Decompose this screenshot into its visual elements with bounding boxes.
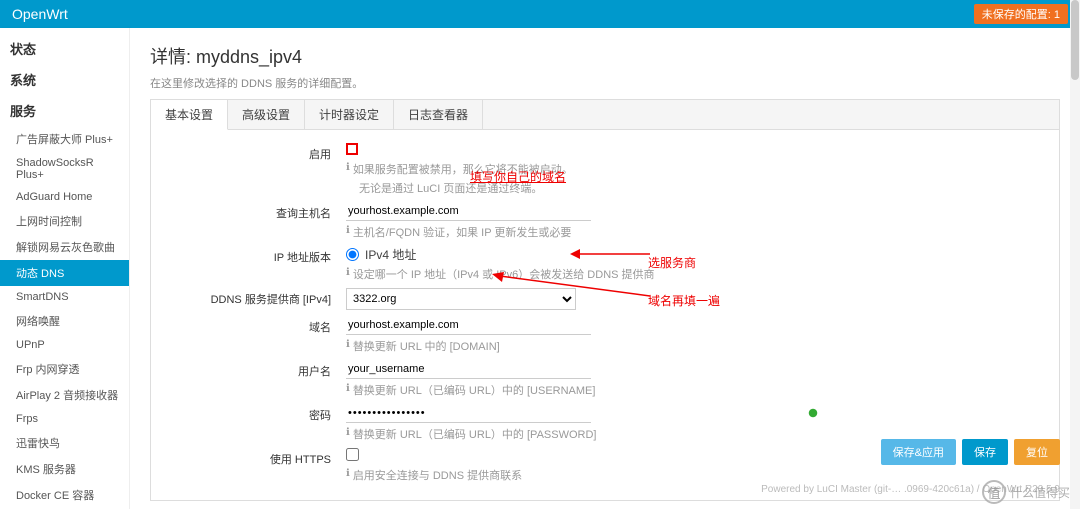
tab[interactable]: 计时器设定 <box>305 100 394 129</box>
watermark-text: 什么值得买 <box>1010 484 1070 501</box>
sidebar-item[interactable]: Frp 内网穿透 <box>0 356 129 382</box>
save-apply-button[interactable]: 保存&应用 <box>881 439 956 465</box>
tab[interactable]: 日志查看器 <box>394 100 483 129</box>
watermark: 值 什么值得买 <box>982 480 1070 504</box>
tab-bar: 基本设置高级设置计时器设定日志查看器 <box>150 99 1060 130</box>
action-buttons: 保存&应用 保存 复位 <box>881 439 1060 465</box>
label-use-https: 使用 HTTPS <box>161 448 346 483</box>
hint-enable-2: 无论是通过 LuCI 页面还是通过终端。 <box>359 180 542 196</box>
sidebar-section[interactable]: 状态 <box>0 33 129 64</box>
sidebar-section[interactable]: 服务 <box>0 95 129 126</box>
info-icon <box>346 382 350 394</box>
sidebar-item[interactable]: 网络唤醒 <box>0 308 129 334</box>
tab[interactable]: 高级设置 <box>228 100 305 129</box>
page-description: 在这里修改选择的 DDNS 服务的详细配置。 <box>150 75 1060 91</box>
reset-button[interactable]: 复位 <box>1014 439 1060 465</box>
use-https-checkbox[interactable] <box>346 448 359 461</box>
enable-checkbox[interactable] <box>346 143 358 155</box>
hint-enable-1: 如果服务配置被禁用，那么它将不能被启动。 <box>353 161 573 177</box>
hint-domain: 替换更新 URL 中的 [DOMAIN] <box>353 338 500 354</box>
page-title: 详情: myddns_ipv4 <box>150 43 1060 69</box>
ddns-provider-select[interactable]: 3322.org <box>346 288 576 310</box>
label-username: 用户名 <box>161 360 346 398</box>
ipv4-radio-label: IPv4 地址 <box>365 246 416 263</box>
label-password: 密码 <box>161 404 346 442</box>
label-domain: 域名 <box>161 316 346 354</box>
hint-lookup: 主机名/FQDN 验证，如果 IP 更新发生或必要 <box>353 224 572 240</box>
info-icon <box>346 266 350 278</box>
label-ip-version: IP 地址版本 <box>161 246 346 282</box>
info-icon <box>346 467 350 479</box>
sidebar-item[interactable]: Docker CE 容器 <box>0 482 129 508</box>
header-title: OpenWrt <box>12 6 68 22</box>
app-header: OpenWrt 未保存的配置: 1 <box>0 0 1080 28</box>
sidebar-item[interactable]: 广告屏蔽大师 Plus+ <box>0 126 129 152</box>
label-enable: 启用 <box>161 143 346 196</box>
info-icon <box>346 224 350 236</box>
label-lookup-host: 查询主机名 <box>161 202 346 240</box>
ipv4-radio[interactable] <box>346 248 359 261</box>
lookup-host-input[interactable] <box>346 202 591 221</box>
info-icon <box>346 338 350 350</box>
hint-username: 替换更新 URL（已编码 URL）中的 [USERNAME] <box>353 382 596 398</box>
scrollbar-thumb[interactable] <box>1071 0 1079 80</box>
watermark-icon: 值 <box>982 480 1006 504</box>
sidebar-item[interactable]: AirPlay 2 音频接收器 <box>0 382 129 408</box>
scrollbar-track[interactable] <box>1070 0 1080 509</box>
unsaved-changes-badge[interactable]: 未保存的配置: 1 <box>974 4 1068 24</box>
info-icon <box>346 161 350 173</box>
sidebar-item[interactable]: ShadowSocksR Plus+ <box>0 152 129 186</box>
hint-https: 启用安全连接与 DDNS 提供商联系 <box>353 467 522 483</box>
main-content: 详情: myddns_ipv4 在这里修改选择的 DDNS 服务的详细配置。 基… <box>130 28 1080 509</box>
sidebar-item[interactable]: KMS 服务器 <box>0 456 129 482</box>
save-button[interactable]: 保存 <box>962 439 1008 465</box>
sidebar-item[interactable]: 上网时间控制 <box>0 208 129 234</box>
sidebar-item[interactable]: 解锁网易云灰色歌曲 <box>0 234 129 260</box>
sidebar-item[interactable]: SmartDNS <box>0 286 129 308</box>
sidebar-item[interactable]: UPnP <box>0 334 129 356</box>
sidebar-item[interactable]: 迅雷快鸟 <box>0 430 129 456</box>
password-input[interactable] <box>346 404 591 423</box>
domain-input[interactable] <box>346 316 591 335</box>
hint-ipver: 设定哪一个 IP 地址（IPv4 或 IPv6）会被发送给 DDNS 提供商 <box>353 266 655 282</box>
sidebar-section[interactable]: 系统 <box>0 64 129 95</box>
hint-password: 替换更新 URL（已编码 URL）中的 [PASSWORD] <box>353 426 597 442</box>
sidebar-nav: 状态系统服务广告屏蔽大师 Plus+ShadowSocksR Plus+AdGu… <box>0 28 130 509</box>
sidebar-item[interactable]: AdGuard Home <box>0 186 129 208</box>
sidebar-item[interactable]: 动态 DNS <box>0 260 129 286</box>
label-ddns-provider: DDNS 服务提供商 [IPv4] <box>161 288 346 310</box>
username-input[interactable] <box>346 360 591 379</box>
info-icon <box>346 426 350 438</box>
sidebar-item[interactable]: Frps <box>0 408 129 430</box>
tab[interactable]: 基本设置 <box>151 100 228 130</box>
password-reveal-icon[interactable] <box>806 406 820 420</box>
